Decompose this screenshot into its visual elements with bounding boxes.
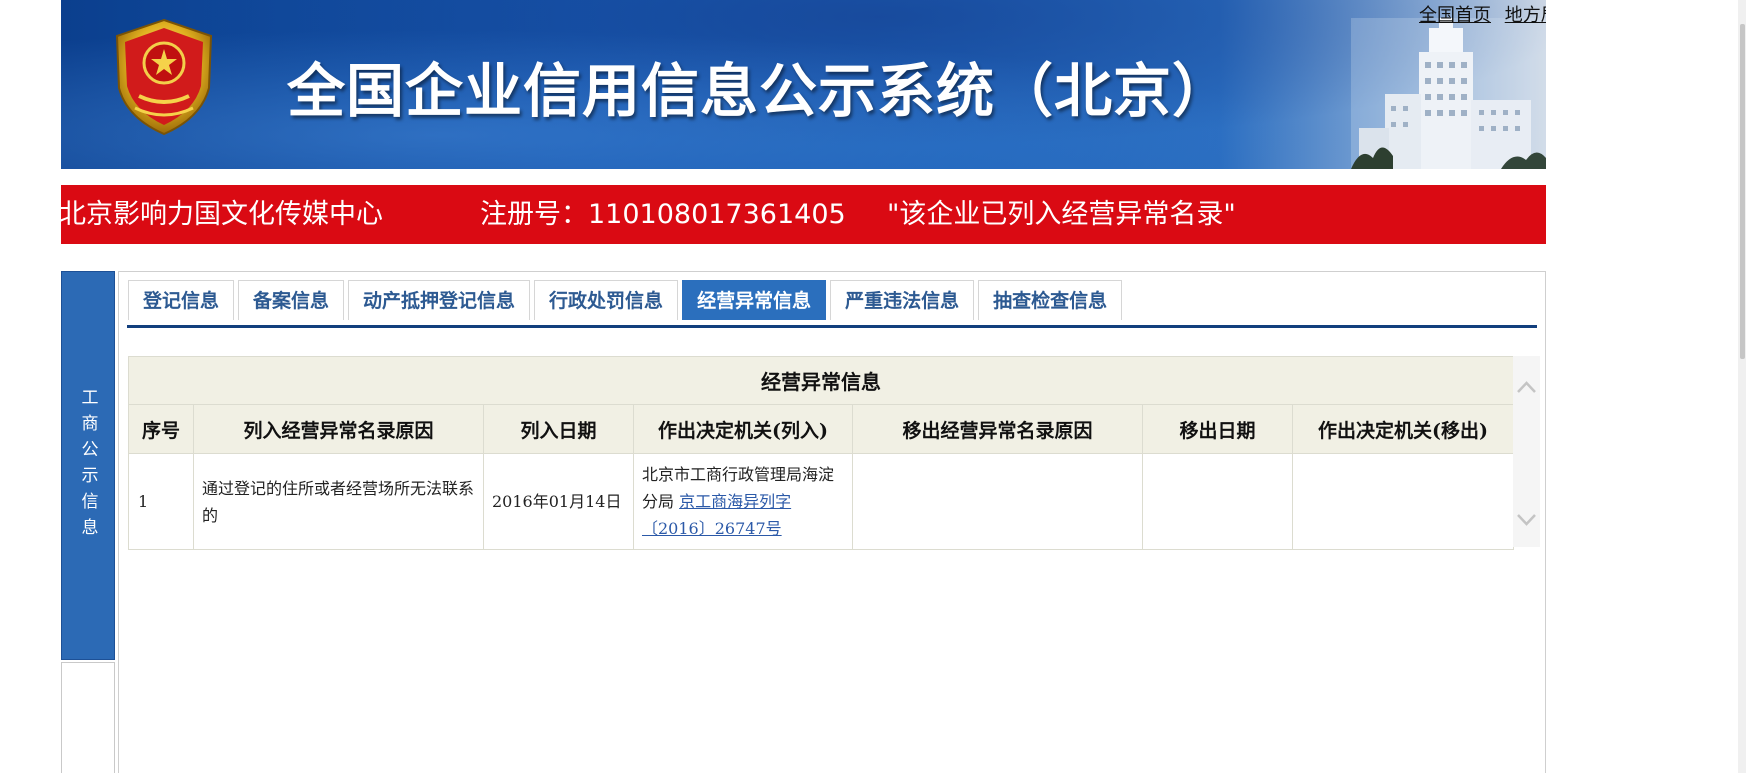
cell-date: 2016年01月14日	[483, 453, 634, 550]
cell-removal-reason	[852, 453, 1143, 550]
main-panel: 登记信息 备案信息 动产抵押登记信息 行政处罚信息 经营异常信息 严重违法信息 …	[118, 271, 1546, 773]
scroll-down-icon[interactable]	[1516, 513, 1537, 527]
abnormal-table: 经营异常信息 序号 列入经营异常名录原因 列入日期 作出决定机关(列入) 移出经…	[127, 356, 1515, 550]
col-header-removal-date: 移出日期	[1142, 404, 1293, 454]
window-scrollbar-thumb[interactable]	[1740, 24, 1745, 359]
col-header-date: 列入日期	[483, 404, 634, 454]
site-title: 全国企业信用信息公示系统（北京）	[287, 57, 1232, 125]
table-header-row: 序号 列入经营异常名录原因 列入日期 作出决定机关(列入) 移出经营异常名录原因…	[128, 404, 1515, 454]
national-home-link[interactable]: 全国首页	[1419, 5, 1491, 26]
top-links: 全国首页 地方局首页	[1419, 1, 1546, 27]
national-emblem-icon	[115, 18, 213, 136]
tab-business-abnormal[interactable]: 经营异常信息	[682, 280, 827, 320]
cell-removal-date	[1142, 453, 1293, 550]
tab-divider	[127, 325, 1537, 328]
cell-authority: 北京市工商行政管理局海淀分局 京工商海异列字〔2016〕26747号	[633, 453, 853, 550]
cell-index: 1	[128, 453, 194, 550]
company-name: 北京影响力国文化传媒中心	[61, 199, 383, 230]
table-row: 1 通过登记的住所或者经营场所无法联系的 2016年01月14日 北京市工商行政…	[128, 453, 1515, 550]
cell-reason: 通过登记的住所或者经营场所无法联系的	[193, 453, 484, 550]
tab-serious-violation[interactable]: 严重违法信息	[830, 280, 975, 320]
col-header-removal-authority: 作出决定机关(移出)	[1291, 404, 1515, 454]
tab-administrative-penalty[interactable]: 行政处罚信息	[534, 280, 679, 320]
col-header-authority: 作出决定机关(列入)	[633, 404, 853, 454]
header-banner: 全国企业信用信息公示系统（北京） 全国首页 地方局首页	[61, 0, 1546, 169]
abnormal-status: "该企业已列入经营异常名录"	[887, 199, 1236, 230]
cell-removal-authority	[1291, 453, 1515, 550]
side-tab-label: 工商公示信息	[77, 387, 98, 544]
col-header-reason: 列入经营异常名录原因	[193, 404, 484, 454]
tab-registration[interactable]: 登记信息	[128, 280, 235, 320]
company-notice-bar: 北京影响力国文化传媒中心 注册号：110108017361405 "该企业已列入…	[61, 185, 1546, 244]
tab-spot-check[interactable]: 抽查检查信息	[978, 280, 1123, 320]
side-tab-public-info[interactable]: 工商公示信息	[61, 271, 115, 660]
info-tabs: 登记信息 备案信息 动产抵押登记信息 行政处罚信息 经营异常信息 严重违法信息 …	[128, 280, 1123, 320]
registration-number: 注册号：110108017361405	[480, 199, 846, 230]
local-bureau-home-link[interactable]: 地方局首页	[1505, 5, 1546, 26]
table-caption: 经营异常信息	[127, 356, 1515, 405]
side-tab-empty	[61, 662, 115, 773]
scroll-up-icon[interactable]	[1516, 380, 1537, 394]
col-header-removal-reason: 移出经营异常名录原因	[852, 404, 1143, 454]
table-scroll-column	[1513, 356, 1540, 547]
tab-filing[interactable]: 备案信息	[238, 280, 345, 320]
col-header-index: 序号	[128, 404, 194, 454]
building-illustration	[1351, 18, 1546, 169]
tab-chattel-mortgage[interactable]: 动产抵押登记信息	[348, 280, 531, 320]
abnormal-table-wrap: 经营异常信息 序号 列入经营异常名录原因 列入日期 作出决定机关(列入) 移出经…	[127, 356, 1515, 550]
